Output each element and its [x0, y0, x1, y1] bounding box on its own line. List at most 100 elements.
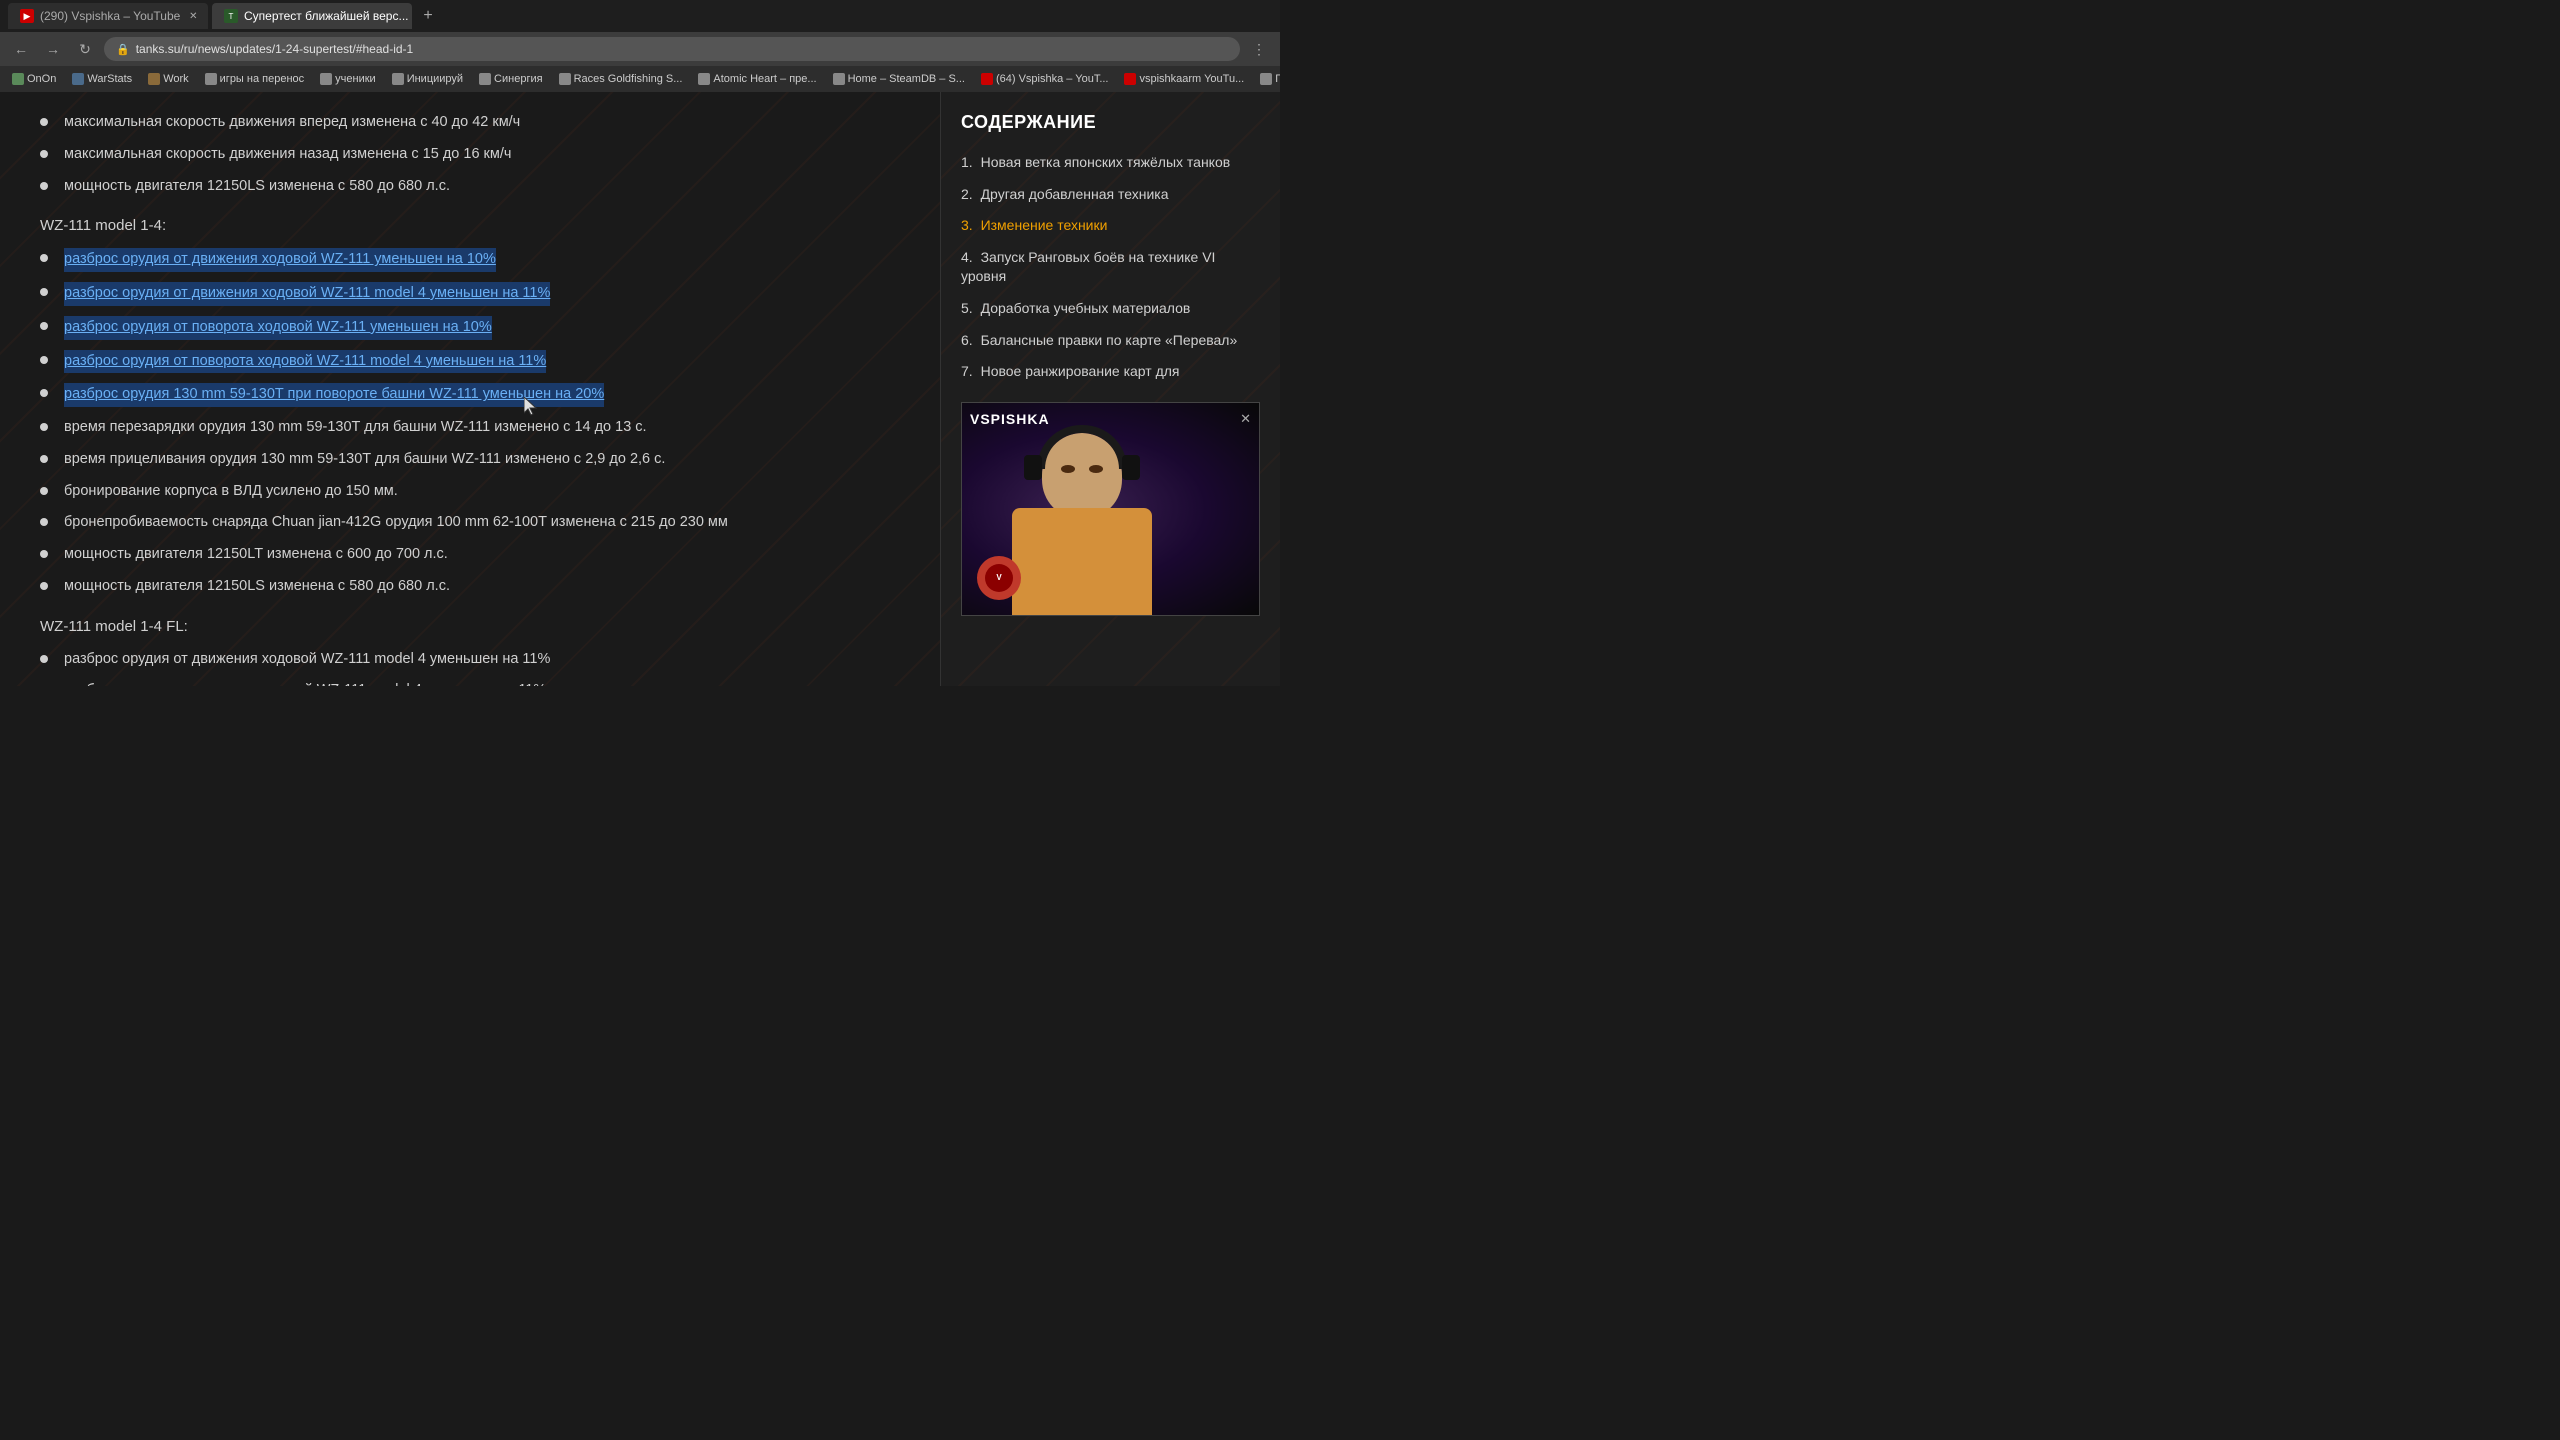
bookmark-work[interactable]: Work: [144, 73, 192, 85]
bookmark-icon-vspishkaarm: [1124, 73, 1136, 85]
bookmark-panel[interactable]: Панель управления: [1256, 73, 1280, 85]
webcam-label: VSPISHKA: [970, 411, 1050, 427]
bookmark-initiate[interactable]: Инициируй: [388, 73, 467, 85]
lock-icon: 🔒: [116, 43, 130, 56]
list-item: мощность двигателя 12150LT изменена с 60…: [40, 544, 900, 566]
toc-item-6[interactable]: 6. Балансные правки по карте «Перевал»: [961, 331, 1260, 351]
bookmark-vspishkaarm[interactable]: vspishkaarm YouTu...: [1120, 73, 1248, 85]
toc-text-4: Запуск Ранговых боёв на технике VI уровн…: [961, 249, 1215, 285]
sidebar: СОДЕРЖАНИЕ 1. Новая ветка японских тяжёл…: [940, 92, 1280, 686]
list-item: мощность двигателя 12150LS изменена с 58…: [40, 576, 900, 598]
bookmark-icon-initiate: [392, 73, 404, 85]
bullet-dot: [40, 655, 48, 663]
tab-youtube[interactable]: ▶ (290) Vspishka – YouTube ✕: [8, 3, 208, 29]
toc-item-7[interactable]: 7. Новое ранжирование карт для: [961, 362, 1260, 382]
list-item: время перезарядки орудия 130 mm 59-130T …: [40, 417, 900, 439]
tab-close-youtube[interactable]: ✕: [186, 9, 200, 23]
bookmark-warstats[interactable]: WarStats: [68, 73, 136, 85]
bullet-dot: [40, 288, 48, 296]
bullet-text: мощность двигателя 12150LS изменена с 58…: [64, 576, 450, 598]
toc-text-3: Изменение техники: [981, 217, 1108, 233]
tab-label-supertest: Супертест ближайшей верс...: [244, 9, 408, 23]
list-item: максимальная скорость движения вперед из…: [40, 112, 900, 134]
list-item: мощность двигателя 12150LS изменена с 58…: [40, 176, 900, 198]
toc-text-2: Другая добавленная техника: [981, 186, 1169, 202]
extensions-button[interactable]: ⋮: [1246, 36, 1272, 62]
bullet-dot: [40, 254, 48, 262]
toc-number-4: 4.: [961, 249, 973, 265]
bookmark-icon-races: [559, 73, 571, 85]
list-item: разброс орудия 130 mm 59-130T при поворо…: [40, 383, 900, 407]
bullet-text: время перезарядки орудия 130 mm 59-130T …: [64, 417, 647, 439]
tab-supertest[interactable]: T Супертест ближайшей верс... ✕: [212, 3, 412, 29]
address-bar[interactable]: 🔒 tanks.su/ru/news/updates/1-24-supertes…: [104, 37, 1240, 61]
list-item: разброс орудия от движения ходовой WZ-11…: [40, 649, 900, 671]
list-item: бронепробиваемость снаряда Chuan jian-41…: [40, 512, 900, 534]
bookmark-steamdb[interactable]: Home – SteamDB – S...: [829, 73, 969, 85]
toc-item-2[interactable]: 2. Другая добавленная техника: [961, 185, 1260, 205]
tab-favicon-supertest: T: [224, 9, 238, 23]
bullet-text: разброс орудия от движения ходовой WZ-11…: [64, 649, 550, 671]
bullet-dot: [40, 389, 48, 397]
bookmark-races[interactable]: Races Goldfishing S...: [555, 73, 687, 85]
toc-item-5[interactable]: 5. Доработка учебных материалов: [961, 299, 1260, 319]
bookmark-icon-synergy: [479, 73, 491, 85]
bullet-text-highlighted[interactable]: разброс орудия от движения ходовой WZ-11…: [64, 282, 550, 306]
bullet-dot: [40, 582, 48, 590]
tab-favicon-youtube: ▶: [20, 9, 34, 23]
section2-bullets: разброс орудия от движения ходовой WZ-11…: [40, 248, 900, 597]
toc-item-1[interactable]: 1. Новая ветка японских тяжёлых танков: [961, 153, 1260, 173]
list-item: разброс орудия от поворота ходовой WZ-11…: [40, 316, 900, 340]
toc-number-5: 5.: [961, 300, 973, 316]
section3-title: WZ-111 model 1-4 FL:: [40, 618, 900, 635]
bullet-text: бронирование корпуса в ВЛД усилено до 15…: [64, 481, 398, 503]
bookmark-icon-warstats: [72, 73, 84, 85]
toc-item-4[interactable]: 4. Запуск Ранговых боёв на технике VI ур…: [961, 248, 1260, 287]
content-inner: максимальная скорость движения вперед из…: [40, 112, 900, 686]
reload-button[interactable]: ↻: [72, 36, 98, 62]
bookmark-atomic[interactable]: Atomic Heart – пре...: [694, 73, 820, 85]
bookmark-label-warstats: WarStats: [87, 73, 132, 85]
bookmark-icon-panel: [1260, 73, 1272, 85]
toc-number-2: 2.: [961, 186, 973, 202]
bullet-text: максимальная скорость движения назад изм…: [64, 144, 511, 166]
bookmark-label-games: игры на перенос: [220, 73, 305, 85]
list-item: разброс орудия от движения ходовой WZ-11…: [40, 282, 900, 306]
bookmark-youtube64[interactable]: (64) Vspishka – YouT...: [977, 73, 1113, 85]
webcam-overlay: VSPISHKA ✕ V: [961, 402, 1260, 616]
toc-number-7: 7.: [961, 363, 973, 379]
toc-text-1: Новая ветка японских тяжёлых танков: [981, 154, 1231, 170]
bullets-above: максимальная скорость движения вперед из…: [40, 112, 900, 197]
webcam-close-button[interactable]: ✕: [1240, 411, 1251, 427]
bullet-text-highlighted[interactable]: разброс орудия от поворота ходовой WZ-11…: [64, 316, 492, 340]
bookmark-icon-atomic: [698, 73, 710, 85]
toc-item-3[interactable]: 3. Изменение техники: [961, 216, 1260, 236]
bullet-text-highlighted[interactable]: разброс орудия от поворота ходовой WZ-11…: [64, 350, 546, 374]
bookmark-label-atomic: Atomic Heart – пре...: [713, 73, 816, 85]
bullet-dot: [40, 182, 48, 190]
bookmark-synergy[interactable]: Синергия: [475, 73, 547, 85]
bullet-dot: [40, 150, 48, 158]
tab-label-youtube: (290) Vspishka – YouTube: [40, 9, 180, 23]
bullet-text-highlighted[interactable]: разброс орудия от движения ходовой WZ-11…: [64, 248, 496, 272]
bullet-dot: [40, 455, 48, 463]
bookmark-label-steamdb: Home – SteamDB – S...: [848, 73, 965, 85]
bookmark-label-panel: Панель управления: [1275, 73, 1280, 85]
list-item: разброс орудия от поворота ходовой WZ-11…: [40, 350, 900, 374]
bookmark-students[interactable]: ученики: [316, 73, 380, 85]
sidebar-inner: СОДЕРЖАНИЕ 1. Новая ветка японских тяжёл…: [961, 112, 1260, 616]
bookmark-onon[interactable]: OnOn: [8, 73, 60, 85]
back-button[interactable]: ←: [8, 36, 34, 62]
bookmark-label-synergy: Синергия: [494, 73, 543, 85]
tab-bar: ▶ (290) Vspishka – YouTube ✕ T Супертест…: [0, 0, 1280, 32]
new-tab-button[interactable]: +: [416, 4, 440, 28]
forward-button[interactable]: →: [40, 36, 66, 62]
bookmark-label-races: Races Goldfishing S...: [574, 73, 683, 85]
mouse-cursor: [524, 397, 540, 420]
bullet-text: мощность двигателя 12150LT изменена с 60…: [64, 544, 448, 566]
bullet-dot: [40, 118, 48, 126]
bullet-text: бронепробиваемость снаряда Chuan jian-41…: [64, 512, 728, 534]
bookmark-games[interactable]: игры на перенос: [201, 73, 309, 85]
bullet-dot: [40, 518, 48, 526]
bookmark-label-work: Work: [163, 73, 188, 85]
